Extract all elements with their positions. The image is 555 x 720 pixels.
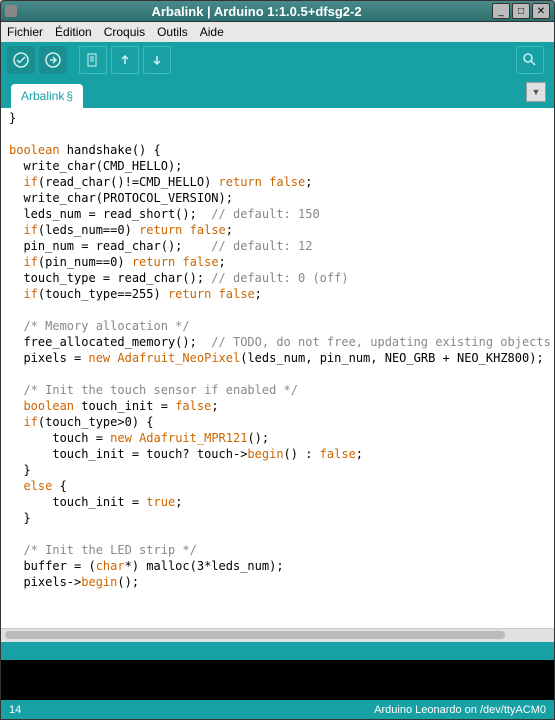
menu-edit[interactable]: Édition: [55, 25, 92, 39]
menu-bar: Fichier Édition Croquis Outils Aide: [0, 22, 555, 42]
serial-monitor-button[interactable]: [516, 46, 544, 74]
app-icon: [5, 5, 17, 17]
menu-sketch[interactable]: Croquis: [104, 25, 145, 39]
board-info: Arduino Leonardo on /dev/ttyACM0: [374, 704, 546, 716]
arrow-down-icon: [150, 53, 164, 67]
window-titlebar: Arbalink | Arduino 1:1.0.5+dfsg2-2 _ □ ✕: [0, 0, 555, 22]
check-icon: [13, 52, 29, 68]
magnifier-icon: [522, 52, 538, 68]
horizontal-scrollbar[interactable]: [1, 628, 554, 642]
upload-button[interactable]: [39, 46, 67, 74]
verify-button[interactable]: [7, 46, 35, 74]
editor-area: } boolean handshake() { write_char(CMD_H…: [0, 108, 555, 642]
maximize-button[interactable]: □: [512, 3, 530, 19]
tab-menu-button[interactable]: ▼: [526, 82, 546, 102]
window-title: Arbalink | Arduino 1:1.0.5+dfsg2-2: [23, 4, 490, 19]
minimize-button[interactable]: _: [492, 3, 510, 19]
footer-bar: 14 Arduino Leonardo on /dev/ttyACM0: [0, 700, 555, 720]
tab-bar: Arbalink § ▼: [0, 78, 555, 108]
code-editor[interactable]: } boolean handshake() { write_char(CMD_H…: [1, 108, 554, 628]
menu-file[interactable]: Fichier: [7, 25, 43, 39]
tab-arbalink[interactable]: Arbalink §: [11, 84, 83, 108]
save-button[interactable]: [143, 46, 171, 74]
tab-modified-indicator: §: [66, 89, 73, 103]
open-button[interactable]: [111, 46, 139, 74]
menu-help[interactable]: Aide: [200, 25, 224, 39]
arrow-up-icon: [118, 53, 132, 67]
toolbar: [0, 42, 555, 78]
close-button[interactable]: ✕: [532, 3, 550, 19]
line-number: 14: [9, 704, 374, 716]
new-button[interactable]: [79, 46, 107, 74]
menu-tools[interactable]: Outils: [157, 25, 188, 39]
scrollbar-thumb[interactable]: [5, 631, 505, 639]
file-icon: [86, 53, 100, 67]
tab-label: Arbalink: [21, 89, 64, 103]
console-output[interactable]: [0, 660, 555, 700]
arrow-right-icon: [45, 52, 61, 68]
status-strip: [0, 642, 555, 660]
chevron-down-icon: ▼: [532, 87, 541, 97]
